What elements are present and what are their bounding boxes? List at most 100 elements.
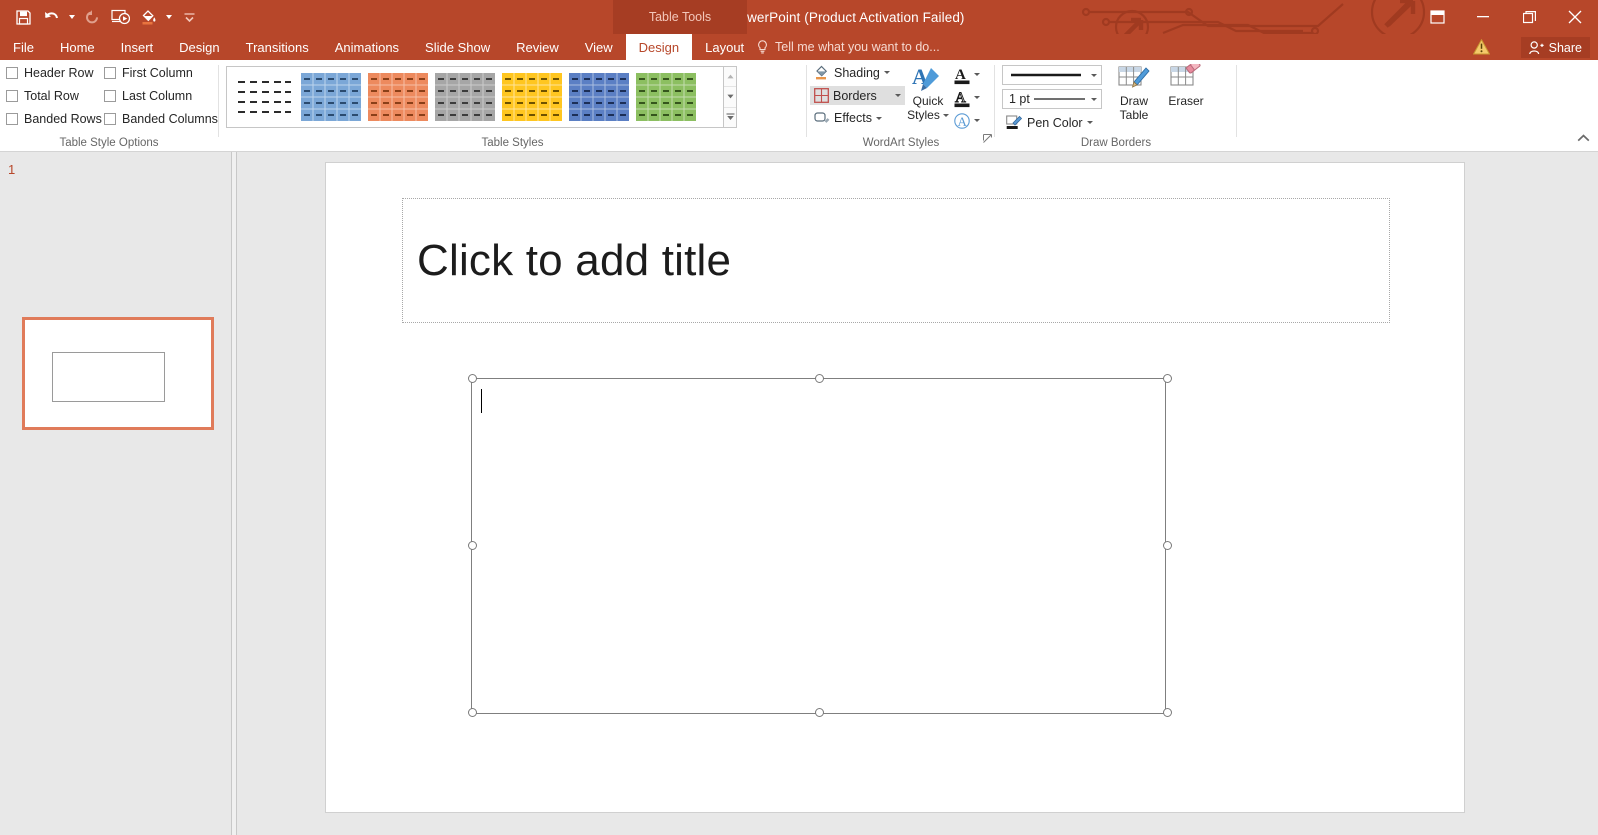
minimize-button[interactable] (1460, 0, 1506, 34)
handle-top-center[interactable] (815, 374, 824, 383)
pen-style-combo[interactable] (1002, 65, 1102, 85)
context-tab-group-label: Table Tools (613, 0, 747, 34)
draw-table-button[interactable]: Draw Table (1108, 64, 1160, 122)
fill-color-icon[interactable] (135, 4, 161, 30)
effects-caret-icon[interactable] (875, 116, 882, 120)
scroll-down-icon[interactable] (724, 86, 736, 106)
borders-caret-icon[interactable] (894, 94, 901, 97)
pen-weight-value-wrap: 1 pt (1003, 92, 1086, 106)
checkbox-banded-rows[interactable]: Banded Rows (6, 112, 102, 126)
tell-me-search[interactable]: Tell me what you want to do... (757, 34, 940, 60)
last-column-checkbox-box (104, 90, 116, 102)
share-button[interactable]: Share (1520, 37, 1590, 58)
banded-columns-checkbox-box (104, 113, 116, 125)
handle-middle-right[interactable] (1162, 541, 1172, 550)
handle-bottom-left[interactable] (467, 708, 477, 717)
customize-qat-icon[interactable] (176, 4, 202, 30)
header-row-label: Header Row (24, 66, 94, 80)
total-row-label: Total Row (24, 89, 79, 103)
title-placeholder[interactable]: Click to add title (402, 198, 1390, 323)
decorative-circuit-graphic (1081, 0, 1426, 34)
warning-icon[interactable] (1472, 38, 1491, 60)
tab-animations[interactable]: Animations (322, 34, 412, 60)
tab-slide-show[interactable]: Slide Show (412, 34, 503, 60)
close-button[interactable] (1552, 0, 1598, 34)
handle-bottom-center[interactable] (815, 708, 824, 717)
wordart-dialog-launcher-icon[interactable] (983, 130, 992, 148)
shading-label: Shading (834, 65, 880, 80)
text-fill-button[interactable]: A (954, 63, 992, 86)
undo-icon[interactable] (38, 4, 64, 30)
tab-view[interactable]: View (572, 34, 626, 60)
borders-icon (814, 88, 829, 103)
tab-table-tools-layout[interactable]: Layout (692, 34, 757, 60)
pen-style-caret-icon[interactable] (1086, 73, 1101, 77)
window-controls (1414, 0, 1598, 34)
text-fill-icon: A (954, 67, 970, 84)
handle-top-right[interactable] (1162, 374, 1172, 383)
table-style-thumb-3[interactable] (435, 73, 495, 121)
slide-thumbnail-pane[interactable]: 1 (0, 152, 232, 835)
redo-icon[interactable] (79, 4, 105, 30)
handle-middle-left[interactable] (467, 541, 477, 550)
quick-styles-button[interactable]: A Quick Styles (904, 64, 952, 122)
text-effects-caret-icon[interactable] (974, 119, 980, 122)
eraser-button[interactable]: Eraser (1160, 64, 1212, 108)
tab-table-tools-design[interactable]: Design (625, 34, 693, 60)
tab-transitions[interactable]: Transitions (233, 34, 322, 60)
handle-bottom-right[interactable] (1162, 708, 1172, 717)
save-icon[interactable] (10, 4, 36, 30)
text-outline-button[interactable]: A (954, 86, 992, 109)
table-style-thumb-6[interactable] (636, 73, 696, 121)
ribbon-display-options-icon[interactable] (1414, 0, 1460, 34)
text-fill-caret-icon[interactable] (974, 73, 980, 76)
table-styles-gallery[interactable] (226, 66, 724, 128)
pen-color-button[interactable]: Pen Color (1002, 113, 1097, 132)
checkbox-header-row[interactable]: Header Row (6, 66, 93, 80)
text-effects-icon: A (954, 112, 970, 129)
shading-caret-icon[interactable] (883, 71, 890, 74)
table-style-thumb-0[interactable] (234, 73, 294, 121)
tab-home[interactable]: Home (47, 34, 108, 60)
ribbon: Header Row First Column Total Row Last C… (0, 60, 1598, 152)
tab-design[interactable]: Design (166, 34, 232, 60)
more-styles-icon[interactable] (724, 106, 736, 127)
quick-styles-caret-icon[interactable] (942, 113, 949, 117)
banded-rows-checkbox-box (6, 113, 18, 125)
borders-button[interactable]: Borders (810, 86, 905, 105)
tab-insert[interactable]: Insert (108, 34, 167, 60)
tab-review[interactable]: Review (503, 34, 572, 60)
start-slideshow-icon[interactable] (107, 4, 133, 30)
pen-weight-combo[interactable]: 1 pt (1002, 89, 1102, 109)
pen-style-preview (1003, 72, 1086, 78)
checkbox-last-column[interactable]: Last Column (104, 89, 192, 103)
handle-top-left[interactable] (467, 374, 477, 383)
text-effects-button[interactable]: A (954, 109, 992, 132)
table-style-thumb-2[interactable] (368, 73, 428, 121)
scroll-up-icon[interactable] (724, 67, 736, 86)
collapse-ribbon-icon[interactable] (1577, 130, 1590, 148)
borders-label: Borders (833, 88, 877, 103)
slide-number-label: 1 (8, 162, 16, 177)
effects-button[interactable]: Effects (810, 109, 886, 127)
restore-button[interactable] (1506, 0, 1552, 34)
tab-view-label: View (584, 39, 613, 55)
fill-color-dropdown-caret[interactable] (163, 4, 174, 30)
tab-review-label: Review (516, 39, 559, 55)
shading-button[interactable]: Shading (810, 63, 894, 82)
table-placeholder-selected[interactable] (467, 374, 1172, 717)
slide-thumbnail-1[interactable] (22, 317, 214, 430)
table-style-thumb-1[interactable] (301, 73, 361, 121)
pen-weight-caret-icon[interactable] (1086, 97, 1101, 101)
text-outline-caret-icon[interactable] (974, 96, 980, 99)
table-style-thumb-4[interactable] (502, 73, 562, 121)
undo-dropdown-caret[interactable] (66, 4, 77, 30)
slide-surface[interactable]: Click to add title (325, 162, 1465, 813)
checkbox-total-row[interactable]: Total Row (6, 89, 79, 103)
table-style-thumb-5[interactable] (569, 73, 629, 121)
tab-file[interactable]: File (0, 34, 47, 60)
checkbox-first-column[interactable]: First Column (104, 66, 193, 80)
tell-me-placeholder-text: Tell me what you want to do... (775, 40, 940, 54)
pen-color-caret-icon[interactable] (1086, 121, 1093, 124)
checkbox-banded-columns[interactable]: Banded Columns (104, 112, 218, 126)
